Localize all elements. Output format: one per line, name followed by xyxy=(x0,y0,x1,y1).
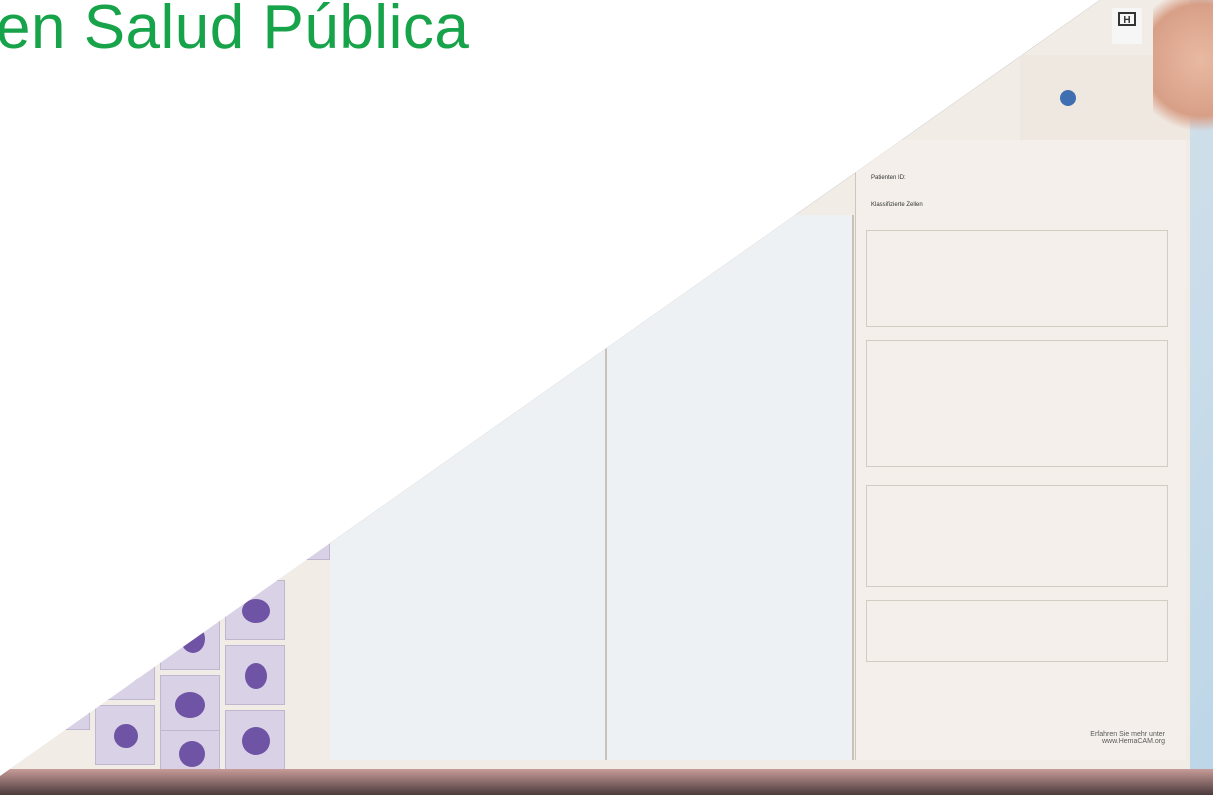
cell-thumbnail xyxy=(95,640,155,700)
cell-thumbnail xyxy=(95,705,155,765)
cell-thumbnail xyxy=(225,580,285,640)
monitor-screen: Patienten ID: Klassifizierte Zellen H Er… xyxy=(0,0,1190,790)
page-heading: en Salud Pública xyxy=(0,0,470,62)
cell-thumbnail xyxy=(160,675,220,735)
cell-thumbnail xyxy=(160,610,220,670)
screen-footer: Erfahren Sie mehr unter www.HemaCAM.org xyxy=(1090,731,1165,745)
brand-logo: H xyxy=(1112,8,1142,44)
classified-cells-label: Klassifizierte Zellen xyxy=(871,202,923,208)
camera-icon[interactable] xyxy=(1060,90,1076,106)
hero-photo: Patienten ID: Klassifizierte Zellen H Er… xyxy=(0,0,1213,795)
image-pane-right xyxy=(607,215,854,760)
cell-thumbnail xyxy=(225,710,285,770)
cell-thumbnail xyxy=(270,500,330,560)
result-group xyxy=(866,485,1168,587)
footer-line-1: Erfahren Sie mehr unter xyxy=(1090,731,1165,738)
person-face xyxy=(1153,0,1213,150)
monitor-bottom-edge xyxy=(0,769,1213,795)
cell-thumbnail xyxy=(30,670,90,730)
result-group xyxy=(866,600,1168,662)
hero-banner: en Salud Pública Patienten ID: Klassifiz… xyxy=(0,0,1213,795)
results-panel: Patienten ID: Klassifizierte Zellen xyxy=(855,140,1186,760)
image-pane-left xyxy=(330,215,607,760)
result-group xyxy=(866,340,1168,467)
brand-mark-icon: H xyxy=(1118,12,1136,26)
monitor: Patienten ID: Klassifizierte Zellen H Er… xyxy=(0,0,1213,795)
result-group xyxy=(866,230,1168,327)
patient-id-label: Patienten ID: xyxy=(871,175,906,181)
footer-line-2: www.HemaCAM.org xyxy=(1101,738,1165,745)
cell-gallery xyxy=(0,210,330,790)
cell-thumbnail xyxy=(225,645,285,705)
